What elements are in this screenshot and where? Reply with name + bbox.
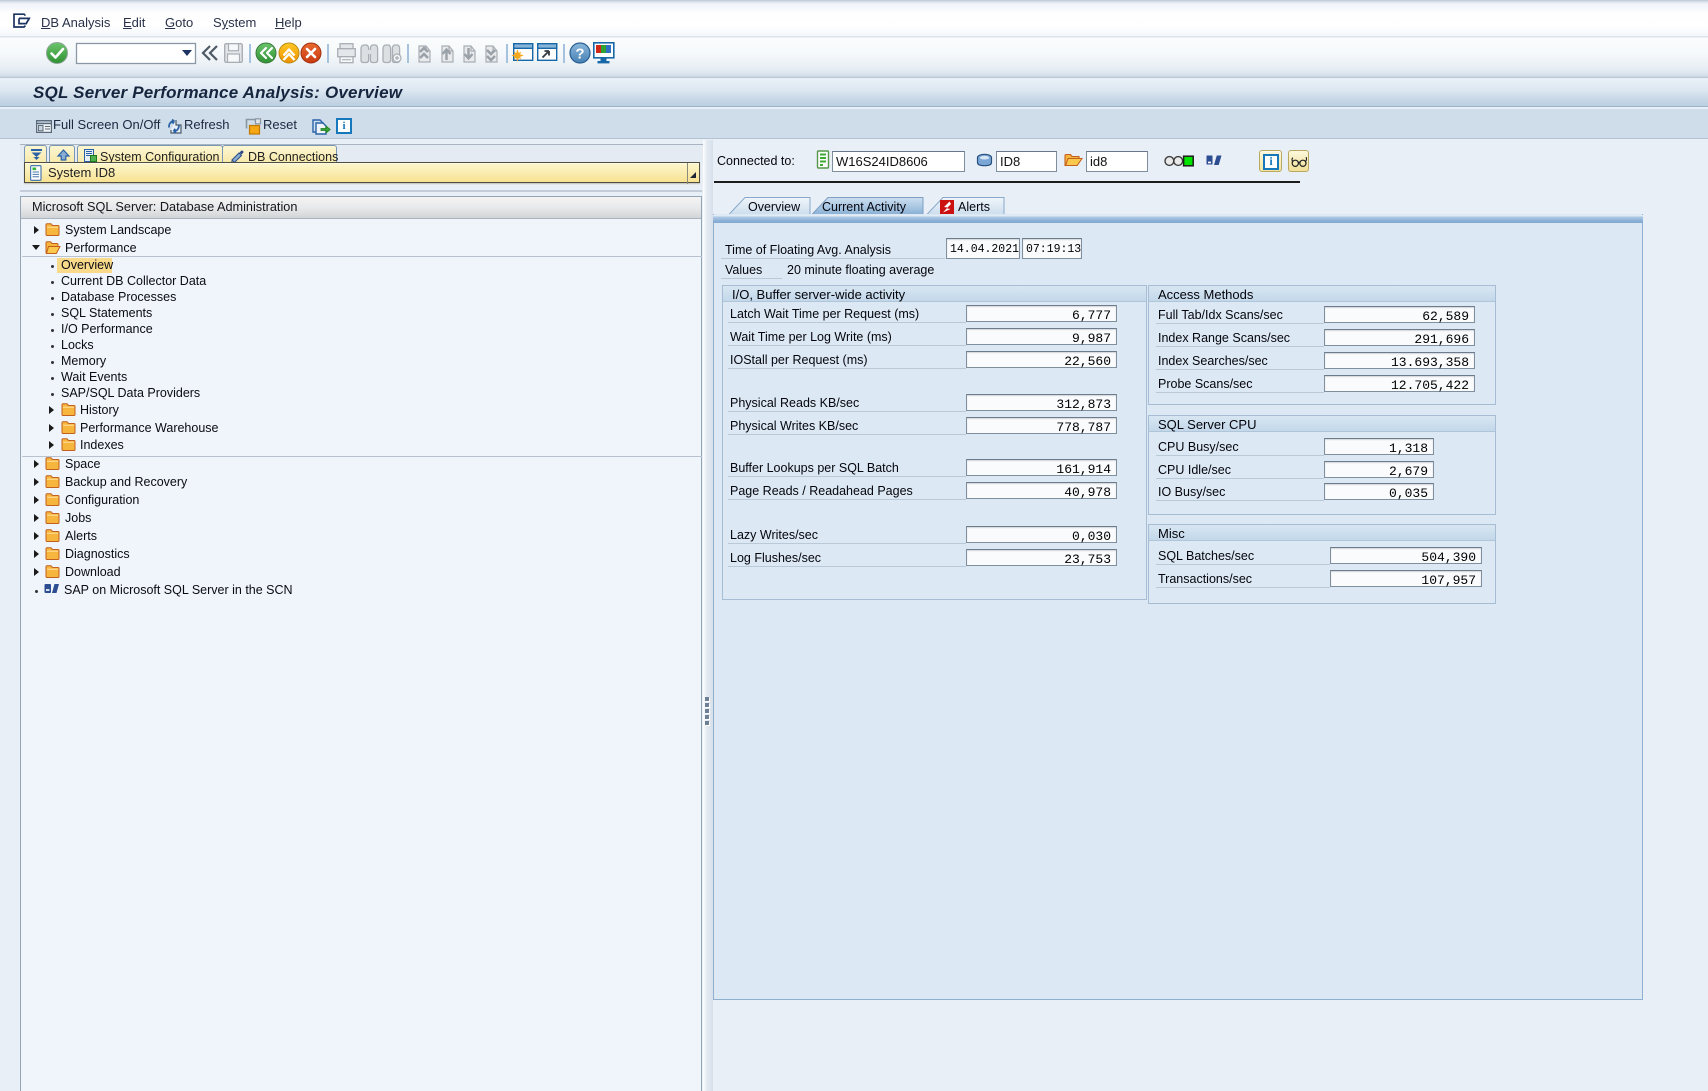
svg-text:?: ? — [575, 46, 584, 63]
